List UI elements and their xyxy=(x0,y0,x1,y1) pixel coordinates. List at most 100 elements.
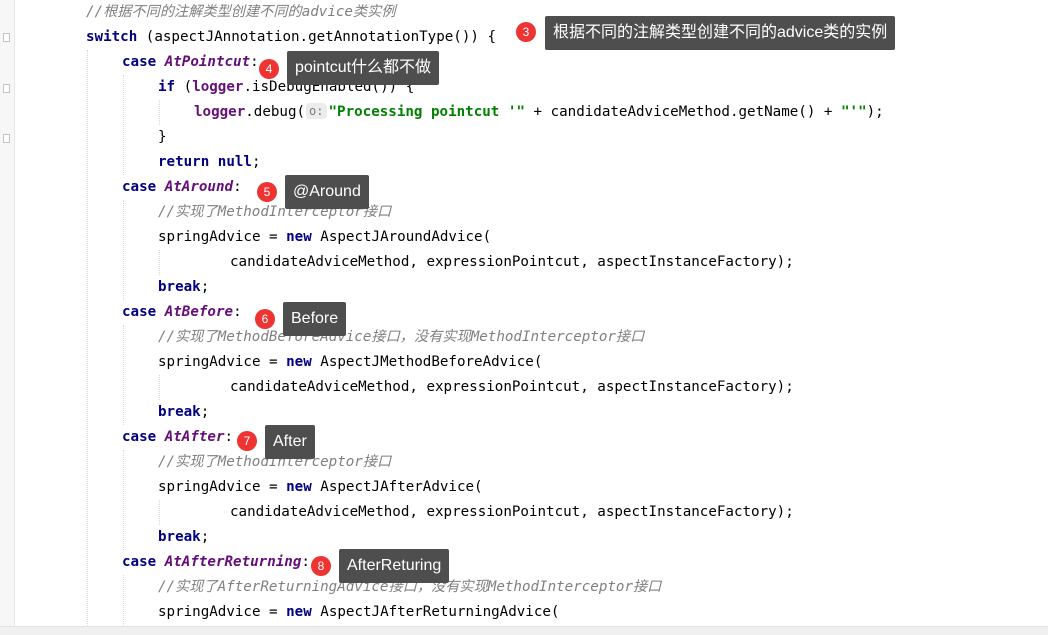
annotation-badge-8: 8 xyxy=(311,556,331,576)
code-token: springAdvice = xyxy=(158,354,287,370)
code-line[interactable]: break; xyxy=(158,400,209,425)
code-token: AspectJAfterAdvice( xyxy=(311,479,483,495)
code-token: if xyxy=(158,79,176,95)
code-token: AtAfterReturning xyxy=(164,554,302,570)
fold-marker-icon[interactable] xyxy=(3,33,10,42)
code-line[interactable]: case AtPointcut: xyxy=(122,50,259,75)
code-token: switch xyxy=(86,29,138,45)
indent-guide xyxy=(87,50,88,626)
code-token: AspectJAfterReturningAdvice( xyxy=(311,604,560,620)
code-token: break xyxy=(158,529,201,545)
indent-guide xyxy=(123,200,124,300)
code-token: } xyxy=(158,129,167,145)
code-token: case xyxy=(122,429,165,445)
code-token: ); xyxy=(866,104,884,120)
code-token: AspectJAroundAdvice( xyxy=(311,229,492,245)
annotation-callout-4: pointcut什么都不做 xyxy=(287,51,440,85)
annotation-badge-3: 3 xyxy=(516,22,536,42)
code-token: ; xyxy=(251,154,261,170)
code-line[interactable]: //根据不同的注解类型创建不同的advice类实例 xyxy=(86,0,396,25)
code-token: //根据不同的注解类型创建不同的advice类实例 xyxy=(86,4,396,20)
annotation-badge-6: 6 xyxy=(255,309,275,329)
code-token: AtAfter xyxy=(164,429,225,445)
code-token: break xyxy=(158,404,201,420)
code-line[interactable]: candidateAdviceMethod, expressionPointcu… xyxy=(230,375,794,400)
code-token: candidateAdviceMethod, expressionPointcu… xyxy=(230,254,794,270)
code-token: //实现了MethodBeforeAdvice接口，没有实现MethodInte… xyxy=(158,329,645,345)
fold-marker-icon[interactable] xyxy=(3,134,10,143)
annotation-callout-3: 根据不同的注解类型创建不同的advice类的实例 xyxy=(545,16,896,50)
code-token: : xyxy=(301,554,310,570)
editor-gutter xyxy=(0,0,14,634)
code-token: : xyxy=(233,304,242,320)
code-line[interactable]: case AtAfter: xyxy=(122,425,233,450)
indent-guide xyxy=(123,450,124,550)
code-line[interactable]: candidateAdviceMethod, expressionPointcu… xyxy=(230,500,794,525)
code-token: ; xyxy=(200,279,210,295)
code-line[interactable]: springAdvice = new AspectJAfterAdvice( xyxy=(158,475,483,500)
code-line[interactable]: case AtBefore: xyxy=(122,300,242,325)
code-token: case xyxy=(122,179,165,195)
fold-marker-icon[interactable] xyxy=(3,84,10,93)
code-token: AspectJMethodBeforeAdvice( xyxy=(311,354,543,370)
code-line[interactable]: candidateAdviceMethod, expressionPointcu… xyxy=(230,250,794,275)
code-token: return null xyxy=(158,154,252,170)
code-line[interactable]: case AtAround: xyxy=(122,175,242,200)
code-token: logger xyxy=(192,79,244,95)
code-token: + candidateAdviceMethod.getName() + xyxy=(524,104,842,120)
code-token: new xyxy=(286,354,312,370)
code-line[interactable]: springAdvice = new AspectJMethodBeforeAd… xyxy=(158,350,542,375)
code-line[interactable]: springAdvice = new AspectJAfterReturning… xyxy=(158,600,559,625)
annotation-callout-8: AfterReturing xyxy=(339,549,450,583)
code-token: logger xyxy=(194,104,246,120)
indent-guide xyxy=(159,100,160,125)
code-token: springAdvice = xyxy=(158,604,287,620)
code-token: AtPointcut xyxy=(164,54,251,70)
code-token: new xyxy=(286,604,312,620)
annotation-badge-4: 4 xyxy=(259,59,279,79)
indent-guide xyxy=(123,75,124,175)
code-token: ; xyxy=(200,404,210,420)
code-line[interactable]: break; xyxy=(158,525,209,550)
indent-guide xyxy=(159,500,160,525)
code-token: candidateAdviceMethod, expressionPointcu… xyxy=(230,379,794,395)
code-token: candidateAdviceMethod, expressionPointcu… xyxy=(230,504,794,520)
code-token: : xyxy=(224,429,234,445)
code-line[interactable]: case AtAfterReturning: xyxy=(122,550,310,575)
code-token: AtAround xyxy=(164,179,234,195)
indent-guide xyxy=(123,575,124,626)
code-line[interactable]: return null; xyxy=(158,150,261,175)
code-token: new xyxy=(286,229,312,245)
code-token: AtBefore xyxy=(164,304,234,320)
code-token: ; xyxy=(200,529,210,545)
code-line[interactable]: } xyxy=(158,125,167,150)
code-line[interactable]: break; xyxy=(158,275,209,300)
annotation-callout-7: After xyxy=(265,425,315,459)
code-line[interactable]: springAdvice = new AspectJAroundAdvice( xyxy=(158,225,491,250)
indent-guide xyxy=(159,375,160,400)
code-token: : xyxy=(250,54,259,70)
annotation-badge-5: 5 xyxy=(257,182,277,202)
indent-guide xyxy=(159,250,160,275)
code-token: springAdvice = xyxy=(158,479,287,495)
code-token: "'" xyxy=(841,104,867,120)
code-token: case xyxy=(122,554,165,570)
gutter-separator xyxy=(14,0,15,634)
code-token: break xyxy=(158,279,201,295)
code-line[interactable]: switch (aspectJAnnotation.getAnnotationT… xyxy=(86,25,496,50)
code-token: new xyxy=(286,479,312,495)
code-token: case xyxy=(122,304,165,320)
code-line[interactable]: logger.debug(o: "Processing pointcut '" +… xyxy=(194,100,884,125)
code-token: (aspectJAnnotation.getAnnotationType()) … xyxy=(137,29,496,45)
code-token: "Processing pointcut '" xyxy=(328,104,525,120)
annotation-callout-6: Before xyxy=(283,302,347,336)
annotation-callout-5: @Around xyxy=(285,175,369,209)
code-token: case xyxy=(122,54,165,70)
code-token: springAdvice = xyxy=(158,229,287,245)
indent-guide xyxy=(123,325,124,425)
code-token: : xyxy=(233,179,242,195)
code-line[interactable]: //实现了MethodBeforeAdvice接口，没有实现MethodInte… xyxy=(158,325,644,350)
code-token: ( xyxy=(175,79,193,95)
code-token: .debug( xyxy=(245,104,306,120)
parameter-hint: o: xyxy=(306,103,327,119)
